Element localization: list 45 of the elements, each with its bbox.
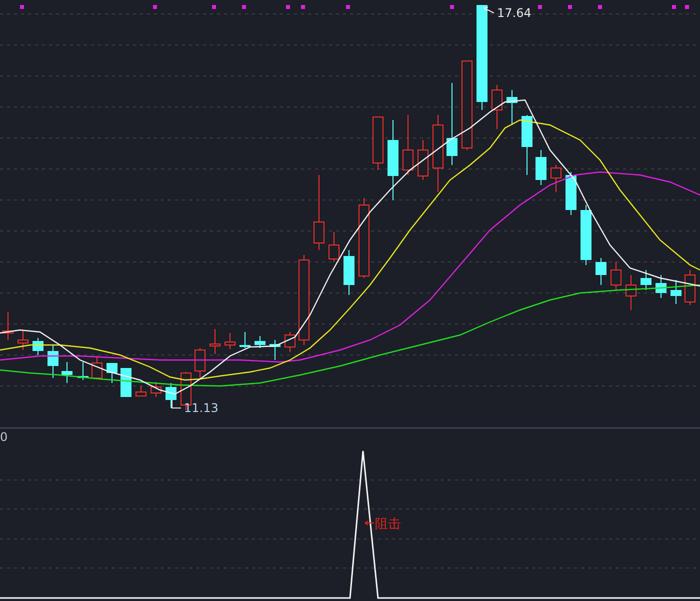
high-price-label: 17.64 (497, 6, 532, 20)
candlestick (684, 270, 696, 306)
candlestick (210, 328, 220, 354)
candlestick (522, 114, 532, 176)
candlestick (254, 336, 266, 348)
candlestick (136, 386, 146, 396)
candlestick (402, 114, 414, 176)
candlestick (106, 362, 118, 384)
candlestick (92, 356, 102, 378)
candlestick (240, 332, 250, 348)
leader-line (484, 6, 494, 14)
candlestick (344, 250, 354, 296)
candlestick (566, 172, 576, 216)
leader-line (364, 520, 374, 526)
candlestick (626, 274, 636, 310)
candlestick (656, 274, 666, 298)
candlestick (284, 332, 296, 352)
leader-line (172, 400, 182, 408)
low-price-label: 11.13 (184, 401, 218, 415)
candlestick (328, 232, 340, 262)
candlestick (120, 368, 132, 398)
candlestick (2, 312, 14, 340)
axis-label: 0 (0, 430, 8, 444)
candlestick (78, 362, 88, 380)
candlestick (418, 140, 428, 180)
candlestick (492, 84, 502, 130)
candlestick (224, 332, 236, 350)
candlestick (506, 90, 518, 126)
candlestick (32, 338, 44, 356)
candlestick (610, 262, 622, 290)
candlestick (48, 344, 58, 378)
candlestick (536, 150, 546, 186)
signal-label: 阻击 (375, 517, 401, 532)
candlestick (670, 280, 682, 304)
candlestick (580, 204, 592, 266)
candlestick (550, 164, 562, 192)
candlestick (270, 340, 280, 360)
candlestick (150, 382, 162, 398)
candlestick (194, 348, 206, 378)
candlestick (372, 116, 384, 170)
candlestick (640, 270, 652, 290)
candlestick (596, 258, 606, 286)
candlestick (18, 330, 28, 350)
candlestick (62, 362, 72, 384)
candlestick (166, 382, 176, 408)
